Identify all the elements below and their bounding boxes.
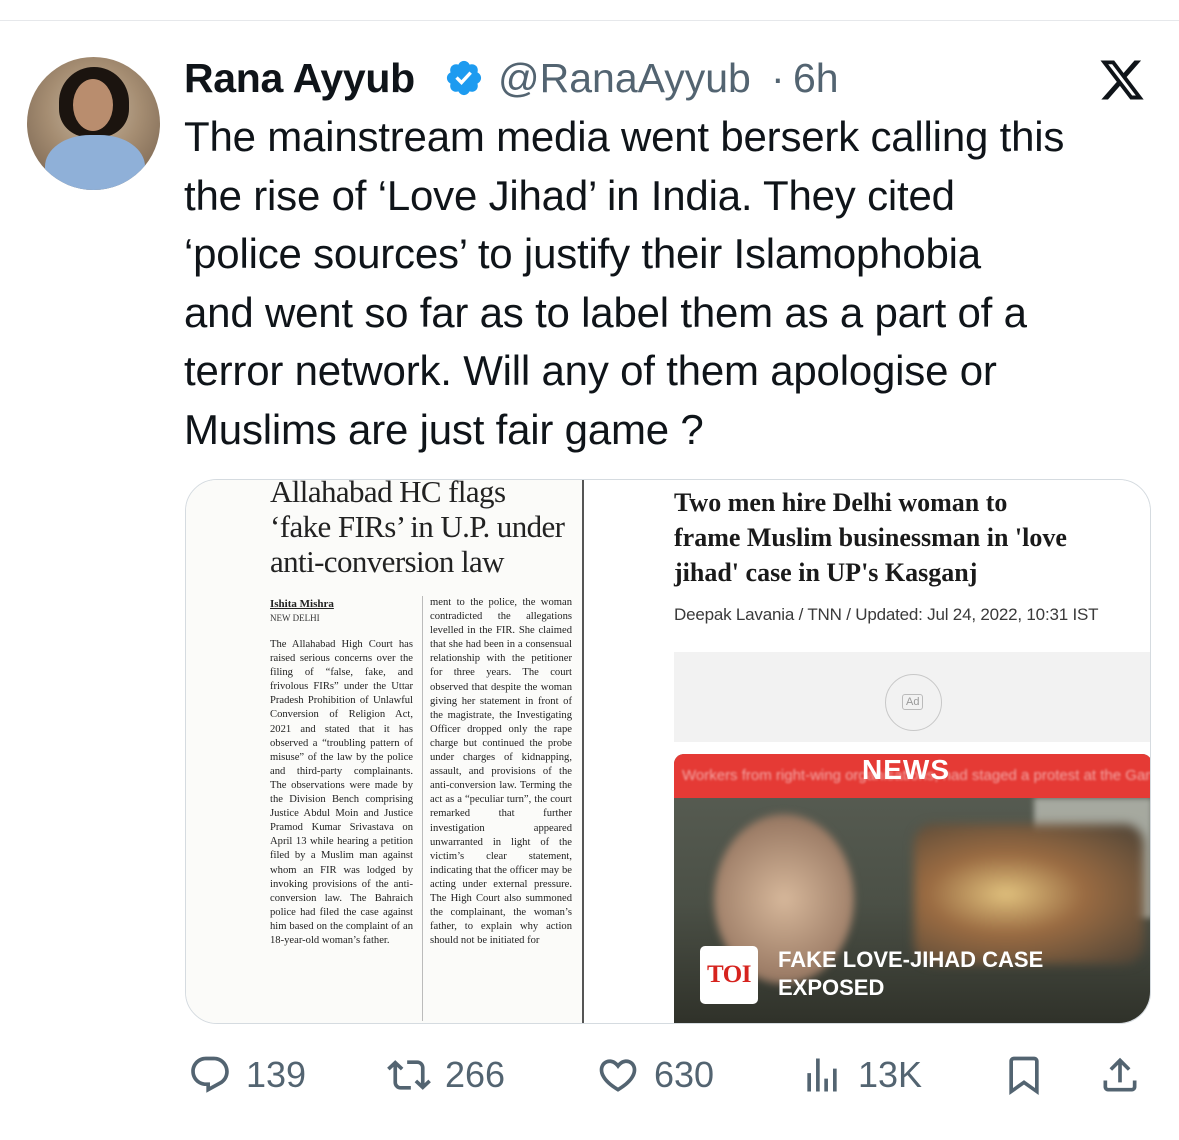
video-caption: Workers from right-wing organisations, h… [682, 767, 1151, 784]
clip-headline-line: Allahabad HC flags [270, 479, 506, 509]
like-button[interactable]: 630 [596, 1050, 714, 1100]
top-divider [0, 20, 1179, 21]
tweet-line: The mainstream media went berserk callin… [184, 113, 1065, 160]
toi-byline-meta: Deepak Lavania / TNN / Updated: Jul 24, … [674, 605, 1099, 624]
tweet-text: The mainstream media went berserk callin… [184, 108, 1159, 459]
clip-headline-line: ‘fake FIRs’ in U.P. under [270, 509, 565, 544]
toi-logo: TOI [700, 946, 758, 1004]
ad-placeholder: Ad [674, 652, 1150, 742]
avatar[interactable] [27, 57, 160, 190]
clip-column-1: The Allahabad High Court has raised seri… [270, 639, 413, 946]
views-icon [807, 1058, 837, 1092]
author-handle[interactable]: @RanaAyyub [498, 55, 751, 102]
tweet-line: ‘police sources’ to justify their Islamo… [184, 230, 981, 277]
views-count: 13K [858, 1054, 923, 1095]
toi-article[interactable]: Two men hire Delhi woman to frame Muslim… [584, 480, 1151, 1023]
toi-headline-line: frame Muslim businessman in 'love [674, 523, 1067, 552]
post-time[interactable]: 6h [793, 55, 839, 102]
bookmark-button[interactable] [1002, 1050, 1046, 1100]
like-icon [599, 1059, 637, 1092]
tweet-line: and went so far as to label them as a pa… [184, 288, 1027, 336]
clip-headline-line: anti-conversion law [270, 544, 505, 579]
avatar-face [73, 79, 113, 131]
meta-separator: · [771, 55, 785, 101]
toi-headline-line: jihad' case in UP's Kasganj [674, 558, 978, 587]
bookmark-icon [1009, 1056, 1039, 1096]
share-button[interactable] [1098, 1050, 1142, 1100]
share-icon [1103, 1057, 1137, 1092]
action-bar: 139 266 630 13K [0, 1050, 1179, 1100]
author-name[interactable]: Rana Ayyub [184, 55, 415, 102]
newspaper-clip[interactable]: Allahabad HC flags ‘fake FIRs’ in U.P. u… [186, 479, 584, 1023]
verified-badge-icon [446, 60, 482, 96]
clip-column-2: ment to the police, the woman contradict… [430, 597, 572, 947]
ad-label: Ad [902, 694, 924, 710]
ad-circle: Ad [885, 674, 942, 731]
toi-headline: Two men hire Delhi woman to frame Muslim… [674, 485, 1150, 590]
reply-icon [191, 1056, 229, 1093]
clip-headline: Allahabad HC flags ‘fake FIRs’ in U.P. u… [270, 479, 580, 579]
tweet-line: Muslims are just fair game ? [184, 405, 704, 453]
clip-column-rule [422, 596, 423, 1021]
reply-count: 139 [246, 1054, 307, 1095]
clip-dateline: NEW DELHI [270, 613, 320, 623]
views-button[interactable]: 13K [800, 1050, 922, 1100]
video-tag-line: FAKE LOVE-JIHAD CASE [778, 947, 1044, 972]
clip-byline: Ishita Mishra [270, 598, 334, 610]
video-thumbnail[interactable]: NEWS Workers from right-wing organisatio… [674, 754, 1151, 1023]
video-tag-line: EXPOSED [778, 975, 885, 1000]
tweet-line: terror network. Will any of them apologi… [184, 347, 997, 394]
media-attachment[interactable]: Allahabad HC flags ‘fake FIRs’ in U.P. u… [185, 479, 1151, 1024]
video-tag: FAKE LOVE-JIHAD CASE EXPOSED [778, 946, 1043, 1002]
x-logo-icon[interactable] [1097, 56, 1147, 104]
repost-count: 266 [445, 1054, 506, 1095]
tweet-line: the rise of ‘Love Jihad’ in India. They … [184, 171, 955, 219]
repost-icon [387, 1060, 431, 1090]
repost-button[interactable]: 266 [387, 1050, 505, 1100]
like-count: 630 [654, 1054, 715, 1095]
avatar-shirt [45, 135, 145, 190]
blurred-crowd [914, 824, 1144, 964]
toi-headline-line: Two men hire Delhi woman to [674, 488, 1008, 517]
reply-button[interactable]: 139 [188, 1050, 306, 1100]
